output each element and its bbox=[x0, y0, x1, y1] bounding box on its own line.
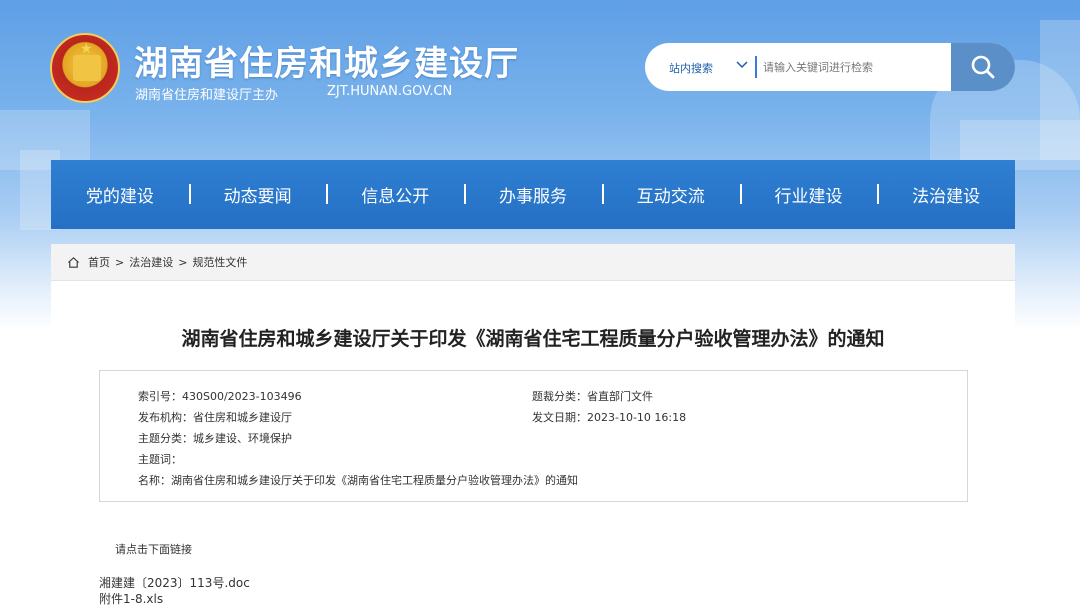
nav-item-rule-of-law[interactable]: 法治建设 bbox=[877, 182, 1015, 207]
meta-name-value: 湖南省住房和城乡建设厅关于印发《湖南省住宅工程质量分户验收管理办法》的通知 bbox=[171, 474, 578, 487]
meta-topic-label: 主题分类： bbox=[138, 432, 193, 445]
nav-item-party-building[interactable]: 党的建设 bbox=[51, 182, 189, 207]
nav-item-info-disclosure[interactable]: 信息公开 bbox=[326, 182, 464, 207]
meta-keywords-label: 主题词： bbox=[138, 453, 182, 466]
breadcrumb: 首页 > 法治建设 > 规范性文件 bbox=[51, 244, 1015, 281]
search-input[interactable] bbox=[763, 53, 943, 81]
meta-date: 发文日期：2023-10-10 16:18 bbox=[532, 409, 686, 425]
breadcrumb-normative-docs[interactable]: 规范性文件 bbox=[192, 254, 247, 270]
meta-index-value: 430S00/2023-103496 bbox=[182, 390, 302, 403]
document-metadata: 索引号：430S00/2023-103496 题裁分类：省直部门文件 发布机构：… bbox=[99, 370, 968, 502]
search-icon bbox=[971, 55, 995, 79]
meta-topic-value: 城乡建设、环境保护 bbox=[193, 432, 292, 445]
meta-issuer: 发布机构：省住房和城乡建设厅 bbox=[138, 409, 292, 425]
breadcrumb-separator: > bbox=[115, 255, 125, 269]
nav-item-interaction[interactable]: 互动交流 bbox=[601, 182, 740, 207]
chevron-down-icon[interactable] bbox=[735, 57, 749, 71]
site-subtitle: 湖南省住房和建设厅主办 bbox=[135, 88, 279, 103]
breadcrumb-home[interactable]: 首页 bbox=[88, 254, 110, 270]
home-icon[interactable] bbox=[67, 256, 80, 269]
search-button[interactable] bbox=[951, 43, 1015, 91]
meta-index-label: 索引号： bbox=[138, 390, 182, 403]
nav-item-news[interactable]: 动态要闻 bbox=[188, 182, 327, 207]
meta-issuer-label: 发布机构： bbox=[138, 411, 193, 424]
nav-item-industry[interactable]: 行业建设 bbox=[739, 182, 878, 207]
meta-topic: 主题分类：城乡建设、环境保护 bbox=[138, 430, 292, 446]
meta-name-label: 名称： bbox=[138, 474, 171, 487]
breadcrumb-rule-of-law[interactable]: 法治建设 bbox=[129, 254, 173, 270]
meta-name: 名称：湖南省住房和城乡建设厅关于印发《湖南省住宅工程质量分户验收管理办法》的通知 bbox=[138, 472, 578, 488]
national-emblem-icon: ★ bbox=[50, 33, 120, 103]
search-divider bbox=[755, 56, 757, 78]
links-hint: 请点击下面链接 bbox=[115, 543, 192, 556]
nav-item-services[interactable]: 办事服务 bbox=[464, 182, 602, 207]
meta-issuer-value: 省住房和城乡建设厅 bbox=[193, 411, 292, 424]
meta-index: 索引号：430S00/2023-103496 bbox=[138, 388, 302, 404]
search-scope-dropdown[interactable]: 站内搜索 bbox=[669, 60, 713, 76]
article-title: 湖南省住房和城乡建设厅关于印发《湖南省住宅工程质量分户验收管理办法》的通知 bbox=[181, 328, 885, 350]
meta-category: 题裁分类：省直部门文件 bbox=[532, 388, 653, 404]
meta-date-label: 发文日期： bbox=[532, 411, 587, 424]
main-content: 首页 > 法治建设 > 规范性文件 湖南省住房和城乡建设厅关于印发《湖南省住宅工… bbox=[51, 244, 1015, 614]
attachment-link-xls[interactable]: 附件1-8.xls bbox=[99, 590, 163, 607]
site-url: ZJT.HUNAN.GOV.CN bbox=[327, 84, 453, 99]
main-nav: 党的建设 动态要闻 信息公开 办事服务 互动交流 行业建设 法治建设 bbox=[51, 160, 1015, 229]
meta-category-value: 省直部门文件 bbox=[587, 390, 653, 403]
meta-category-label: 题裁分类： bbox=[532, 390, 587, 403]
meta-date-value: 2023-10-10 16:18 bbox=[587, 411, 687, 424]
attachment-link-doc[interactable]: 湘建建〔2023〕113号.doc bbox=[99, 574, 250, 591]
breadcrumb-separator: > bbox=[178, 255, 188, 269]
search-bar: 站内搜索 bbox=[645, 43, 1015, 91]
meta-keywords: 主题词： bbox=[138, 451, 182, 467]
site-title[interactable]: 湖南省住房和城乡建设厅 bbox=[134, 36, 519, 85]
